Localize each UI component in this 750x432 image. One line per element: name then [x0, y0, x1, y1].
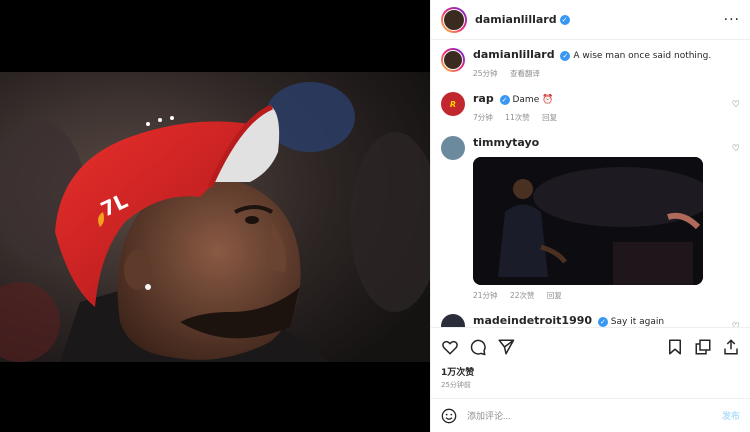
heart-icon[interactable]: ♡ [732, 100, 740, 110]
caption-time[interactable]: 25分钟 [473, 69, 498, 78]
comment-icon[interactable] [469, 338, 487, 356]
comment-row: timmytayo 21分钟 22次赞 回复 ♡ [441, 136, 740, 302]
author-username[interactable]: damianlillard [475, 13, 557, 26]
comments-list[interactable]: damianlillard ✓ A wise man once said not… [431, 40, 750, 327]
action-bar [431, 327, 750, 365]
heart-icon[interactable]: ♡ [732, 322, 740, 327]
post-header: damianlillard ✓ ··· [431, 0, 750, 40]
post-media[interactable]: 7L [0, 0, 430, 432]
comment-gif[interactable] [473, 157, 703, 285]
more-icon[interactable]: ··· [724, 12, 740, 28]
comment-text: Dame ⏰ [512, 95, 554, 105]
heart-icon[interactable] [441, 338, 459, 356]
comment-composer: 发布 [431, 398, 750, 432]
verified-badge-icon: ✓ [559, 14, 570, 25]
comment-input[interactable] [467, 410, 722, 421]
caption-username[interactable]: damianlillard [473, 48, 555, 61]
comment-avatar-madeindetroit1990[interactable] [441, 314, 465, 327]
gif-illustration [473, 157, 703, 285]
comment-text: Say it again [610, 317, 665, 327]
comment-username[interactable]: timmytayo [473, 136, 539, 149]
post-button[interactable]: 发布 [722, 409, 740, 422]
post-panel: damianlillard ✓ ··· damianlillard ✓ A wi… [430, 0, 750, 432]
comment-username[interactable]: madeindetroit1990 [473, 314, 592, 327]
comment-row: R rap ✓ Dame ⏰ 7分钟 11次赞 回复 ♡ [441, 92, 740, 124]
portrait-illustration: 7L [0, 72, 430, 362]
verified-badge-icon: ✓ [560, 50, 571, 61]
comment-likes[interactable]: 22次赞 [510, 291, 535, 300]
comment-time[interactable]: 7分钟 [473, 113, 493, 122]
send-icon[interactable] [497, 338, 515, 356]
reply-button[interactable]: 回复 [547, 291, 562, 300]
post-photo: 7L [0, 72, 430, 362]
reply-button[interactable]: 回复 [542, 113, 557, 122]
caption-row: damianlillard ✓ A wise man once said not… [441, 48, 740, 80]
likes-count[interactable]: 1万次赞 [431, 365, 750, 378]
comment-username[interactable]: rap [473, 92, 494, 105]
comment-time[interactable]: 21分钟 [473, 291, 498, 300]
copy-icon[interactable] [694, 338, 712, 356]
bookmark-icon[interactable] [666, 338, 684, 356]
caption-avatar[interactable] [441, 48, 465, 72]
see-translation-link[interactable]: 查看翻译 [510, 69, 540, 78]
verified-badge-icon: ✓ [499, 94, 510, 105]
caption-text: A wise man once said nothing. [573, 51, 712, 61]
author-avatar[interactable] [441, 6, 467, 33]
verified-badge-icon: ✓ [597, 316, 608, 327]
comment-row: madeindetroit1990 ✓ Say it again ♡ [441, 314, 740, 327]
share-icon[interactable] [722, 338, 740, 356]
comment-avatar-timmytayo[interactable] [441, 136, 465, 160]
comment-avatar-rap[interactable]: R [441, 92, 465, 116]
post-time: 25分钟前 [441, 381, 471, 389]
comment-likes[interactable]: 11次赞 [505, 113, 530, 122]
emoji-icon[interactable] [441, 408, 457, 424]
rap-logo-icon: R [449, 99, 457, 109]
heart-icon[interactable]: ♡ [732, 144, 740, 154]
